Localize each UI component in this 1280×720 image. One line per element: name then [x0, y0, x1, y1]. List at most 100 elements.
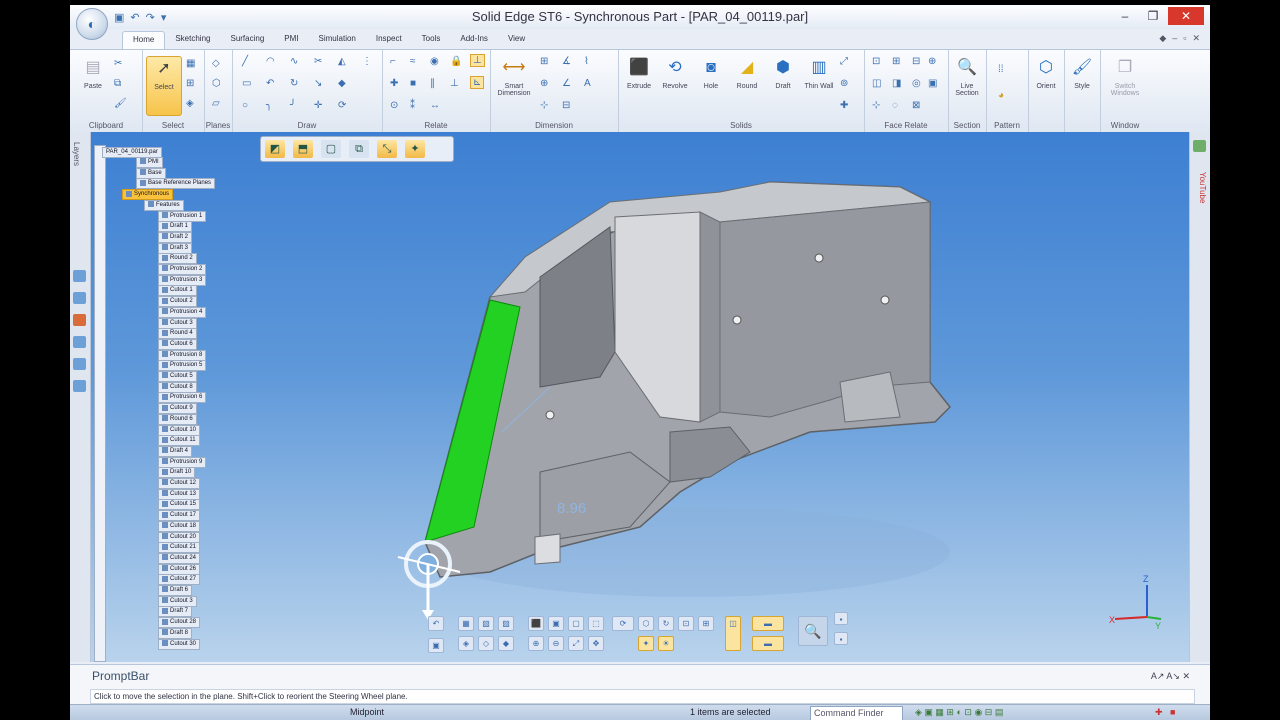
tree-item[interactable]: Cutout 10 [158, 424, 201, 436]
family-of-parts-icon[interactable] [73, 358, 86, 370]
tree-item[interactable]: Cutout 9 [158, 403, 197, 415]
sketch-region-icon[interactable]: ◩ [265, 140, 285, 158]
shaded-edges-icon[interactable]: ▣ [548, 616, 564, 631]
symmetric-diameter-icon[interactable]: ⊕ [540, 78, 548, 89]
sketch-view-icon[interactable]: ⬡ [638, 616, 654, 631]
wireframe-icon[interactable]: ▢ [568, 616, 584, 631]
arc-icon[interactable]: ◠ [266, 56, 275, 67]
tree-item[interactable]: Protrusion 5 [158, 360, 207, 372]
tree-item[interactable]: Cutout 17 [158, 510, 201, 522]
layers-tab[interactable]: Layers [72, 142, 81, 166]
round-button[interactable]: ◢ Round [730, 56, 764, 90]
tree-item[interactable]: Protrusion 6 [158, 392, 207, 404]
section-view-icon[interactable]: ◫ [725, 616, 741, 651]
coaxial-icon[interactable]: ⊕ [928, 56, 936, 67]
tree-item[interactable]: Draft 2 [158, 231, 193, 243]
split-icon[interactable]: ╯ [290, 100, 296, 111]
tree-item[interactable]: Round 2 [158, 253, 197, 265]
undo-view-icon[interactable]: ↶ [428, 616, 444, 631]
tab-pmi[interactable]: PMI [274, 31, 308, 49]
equal-radius-icon[interactable]: ⊹ [872, 100, 880, 111]
move-icon[interactable]: ✛ [314, 100, 322, 111]
switch-windows-button[interactable]: ❐ Switch Windows [1106, 56, 1144, 97]
options-icon[interactable]: ✦ [405, 140, 425, 158]
status-alert-icon[interactable]: ✚ [1155, 707, 1163, 718]
tab-home[interactable]: Home [122, 31, 166, 49]
select-mode-icon[interactable]: ▦ [186, 58, 195, 69]
tab-tools[interactable]: Tools [412, 31, 451, 49]
view-option-2-icon[interactable]: ▪ [834, 632, 848, 645]
fill-icon[interactable]: ◭ [338, 56, 346, 67]
prompt-bar-controls[interactable]: A↗ A↘ ✕ [1151, 671, 1190, 682]
rectangular-pattern-icon[interactable]: ⁞⁞ [998, 64, 1004, 75]
plane-parallel-icon[interactable]: ▱ [212, 98, 220, 109]
tree-item[interactable]: Protrusion 2 [158, 264, 207, 275]
body-select-icon[interactable]: ▢ [321, 140, 341, 158]
view-iso-icon[interactable]: ◈ [458, 636, 474, 651]
relationship-handles-icon[interactable]: ⊥ [470, 54, 485, 67]
tree-item[interactable]: Cutout 26 [158, 563, 201, 575]
tree-item[interactable]: Round 4 [158, 328, 197, 340]
tree-item[interactable]: Base Reference Planes [136, 178, 216, 190]
zoom-area-icon[interactable]: ⊕ [528, 636, 544, 651]
tree-item[interactable]: Draft 7 [158, 606, 193, 618]
tree-item[interactable]: Cutout 3 [158, 317, 197, 329]
select-filter-icon[interactable]: ⊞ [186, 78, 194, 89]
tree-item[interactable]: Draft 4 [158, 445, 193, 457]
tab-sketching[interactable]: Sketching [165, 31, 220, 49]
feature-library-icon[interactable] [73, 292, 86, 304]
maintain-relationships-icon[interactable]: ⊾ [470, 76, 485, 89]
tree-item[interactable]: Features [144, 199, 184, 211]
tree-item[interactable]: Cutout 11 [158, 435, 200, 447]
maximize-button[interactable]: ❐ [1140, 7, 1166, 25]
tree-item[interactable]: Draft 3 [158, 242, 193, 254]
right-face[interactable] [719, 201, 931, 418]
format-painter-icon[interactable]: 🖌 [114, 98, 127, 109]
select-tool-icon[interactable]: ◈ [186, 98, 194, 109]
extend-icon[interactable]: ↘ [314, 78, 322, 89]
view-top-icon[interactable]: ▦ [458, 616, 474, 631]
design-intent-icon[interactable] [73, 380, 86, 392]
rigid-icon[interactable]: ⊠ [912, 100, 920, 111]
resource-icon[interactable] [1193, 140, 1206, 152]
move-face-icon[interactable]: ⤡ [377, 140, 397, 158]
cut-icon[interactable]: ✂ [114, 58, 122, 69]
tree-scrollbar[interactable] [94, 145, 106, 662]
status-icons[interactable]: ◈ ▣ ▦ ⊞ ◐ ⊡ ◉ ⊟ ▤ [915, 707, 1003, 718]
style-button[interactable]: 🖌 Style [1065, 56, 1099, 90]
view-dimetric-icon[interactable]: ◇ [478, 636, 494, 651]
status-stop-icon[interactable]: ■ [1170, 707, 1175, 717]
tree-item[interactable]: Protrusion 4 [158, 306, 207, 318]
circle-icon[interactable]: ○ [242, 100, 248, 111]
ribbon-close-icon[interactable]: ✕ [1192, 33, 1200, 44]
youtube-tab[interactable]: YouTube [1198, 172, 1207, 203]
smart-dimension-button[interactable]: ⟷ Smart Dimension [494, 56, 534, 97]
perpendicular-icon[interactable]: ⊥ [450, 78, 459, 89]
tree-item[interactable]: Cutout 24 [158, 552, 201, 564]
tree-item[interactable]: Synchronous [122, 189, 174, 201]
line-icon[interactable]: ╱ [242, 56, 248, 67]
tree-item[interactable]: Cutout 27 [158, 574, 201, 586]
tree-item[interactable]: Cutout 20 [158, 531, 201, 543]
spin-about-icon[interactable]: ↻ [658, 616, 674, 631]
tab-surfacing[interactable]: Surfacing [220, 31, 274, 49]
view-styles-icon[interactable]: ⊞ [698, 616, 714, 631]
tree-item[interactable]: Cutout 21 [158, 542, 201, 554]
fit-icon[interactable]: ⤢ [568, 636, 584, 651]
plane-coincident-icon[interactable]: ⬡ [212, 78, 221, 89]
tree-item[interactable]: Base [136, 167, 166, 179]
select-button[interactable]: ➚ Select [146, 56, 182, 116]
rectangle-icon[interactable]: ▭ [242, 78, 251, 89]
tree-item[interactable]: Protrusion 8 [158, 349, 207, 361]
offset-face-icon[interactable]: ▣ [928, 78, 937, 89]
rotate-view-icon[interactable]: ⟳ [612, 616, 634, 631]
angle-between-icon[interactable]: ∡ [562, 56, 571, 67]
zoom-icon[interactable]: ⊖ [548, 636, 564, 651]
trim-icon[interactable]: ✂ [314, 56, 322, 67]
tree-item[interactable]: Round 6 [158, 413, 197, 425]
circular-pattern-icon[interactable]: ◕ [998, 90, 1004, 101]
sensors-icon[interactable] [73, 336, 86, 348]
extrude-button[interactable]: ⬛ Extrude [622, 56, 656, 90]
tree-item[interactable]: Cutout 8 [158, 381, 197, 393]
face-select-icon[interactable]: ⬒ [293, 140, 313, 158]
